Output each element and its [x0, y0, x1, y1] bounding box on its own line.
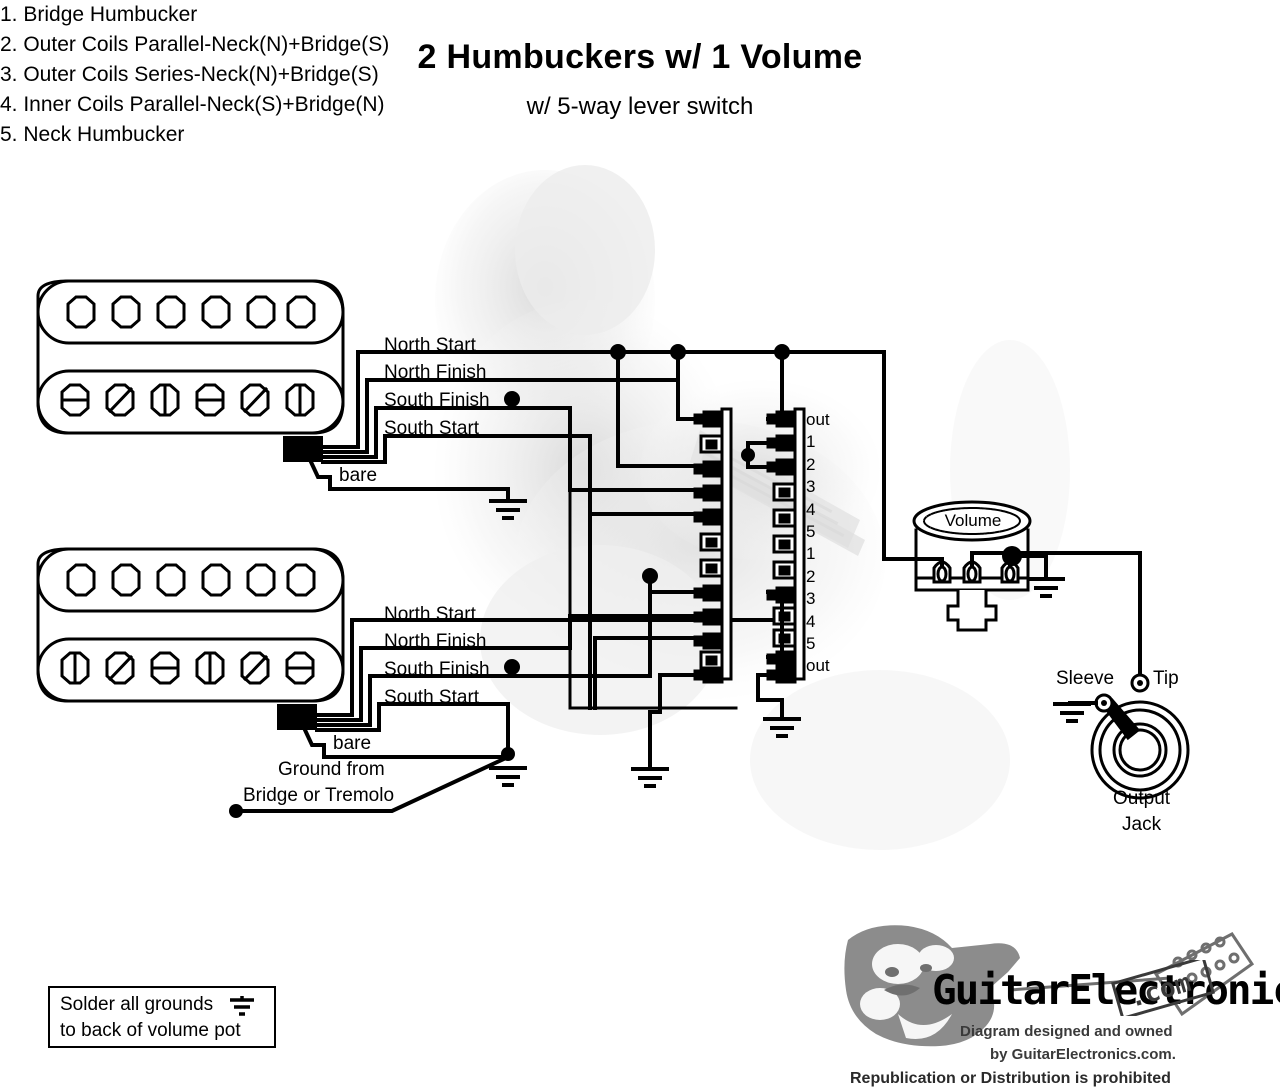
switch-lugs-left [693, 410, 724, 684]
ground-symbol-switch-left [631, 767, 669, 788]
junction-dot-2 [670, 344, 686, 360]
bridge-wire-label-south-start: South Start [384, 418, 480, 439]
neck-wire-label-south-start: South Start [384, 687, 480, 708]
bridge-wire-label-south-finish: South Finish [384, 390, 490, 411]
switch-terminal-out-top: out [806, 410, 830, 429]
jack-label-line2: Jack [1122, 814, 1162, 835]
switch-terminal-5b: 5 [806, 634, 816, 654]
neck-wire-label-north-finish: North Finish [384, 631, 487, 652]
note-line1: Solder all grounds [60, 994, 214, 1015]
neck-wire-label-north-start: North Start [384, 604, 476, 625]
switch-terminal-3a: 3 [806, 477, 816, 497]
ground-symbol-pot [1027, 577, 1065, 598]
note-box: Solder all grounds to back of volume pot [48, 986, 276, 1048]
ground-symbol-icon [230, 996, 254, 1016]
switch-terminal-4b: 4 [806, 611, 816, 631]
pickup-neck-cable-boot [277, 704, 317, 730]
volume-pot-label: Volume [944, 511, 1002, 530]
junction-dot-bridge-southfinish [504, 391, 520, 407]
neck-wire-label-bare: bare [333, 733, 372, 754]
footer-branding: GuitarElectronics .com Diagram designed … [840, 918, 1280, 1087]
note-line2: to back of volume pot [60, 1020, 241, 1041]
page-subtitle: w/ 5-way lever switch [526, 93, 754, 120]
ground-source-line2: Bridge or Tremolo [243, 785, 395, 806]
brand-logo-text: GuitarElectronics [932, 966, 1280, 1014]
solder-dot-neck-ground-node [501, 747, 515, 761]
ground-symbol-bridge [489, 499, 527, 520]
solder-dot-tremolo-end [229, 804, 243, 818]
volume-pot-lugs [932, 560, 1020, 584]
switch-terminal-3b: 3 [806, 589, 816, 609]
brand-tld-badge: .com [1111, 960, 1215, 1016]
footer-credit-line1: Diagram designed and owned [960, 1023, 1173, 1040]
wiring-diagram-canvas: 2 Humbuckers w/ 1 Volume w/ 5-way lever … [0, 0, 1280, 1087]
switch-terminal-1a: 1 [806, 432, 816, 452]
footer-legal-notice: Republication or Distribution is prohibi… [850, 1070, 1171, 1087]
pickup-bridge-cable-boot [283, 436, 323, 462]
bridge-wire-label-bare: bare [339, 465, 378, 486]
bridge-wire-label-north-start: North Start [384, 335, 476, 356]
bridge-wire-label-north-finish: North Finish [384, 362, 487, 383]
switch-terminal-1b: 1 [806, 544, 816, 564]
junction-dot-1 [610, 344, 626, 360]
switch-terminal-2a: 2 [806, 454, 816, 474]
ground-symbol-neck [489, 766, 527, 787]
junction-dot-3 [774, 344, 790, 360]
footer-credit-line2: by GuitarElectronics.com. [990, 1046, 1176, 1063]
output-jack [1090, 673, 1190, 800]
switch-terminal-5a: 5 [806, 522, 816, 542]
solder-blob-pot-ground [1002, 546, 1022, 566]
ground-symbol-switch-right [763, 717, 801, 738]
ground-symbol-jack [1053, 702, 1091, 723]
switch-terminal-4a: 4 [806, 499, 816, 519]
junction-dot-neck-southfinish [504, 659, 520, 675]
jack-sleeve-label: Sleeve [1056, 668, 1115, 689]
page-title: 2 Humbuckers w/ 1 Volume [417, 38, 863, 76]
jack-tip-label: Tip [1153, 668, 1179, 689]
jack-label-line1: Output [1113, 788, 1171, 809]
switch-terminal-2b: 2 [806, 566, 816, 586]
switch-terminal-labels: out 1 2 3 4 5 1 2 3 4 5 out [806, 409, 830, 678]
neck-wire-label-south-finish: South Finish [384, 659, 490, 680]
switch-terminal-out-bottom: out [806, 656, 830, 676]
switch-interconnects [568, 350, 918, 770]
junction-dot-mid [642, 568, 658, 584]
ground-source-line1: Ground from [278, 759, 385, 780]
